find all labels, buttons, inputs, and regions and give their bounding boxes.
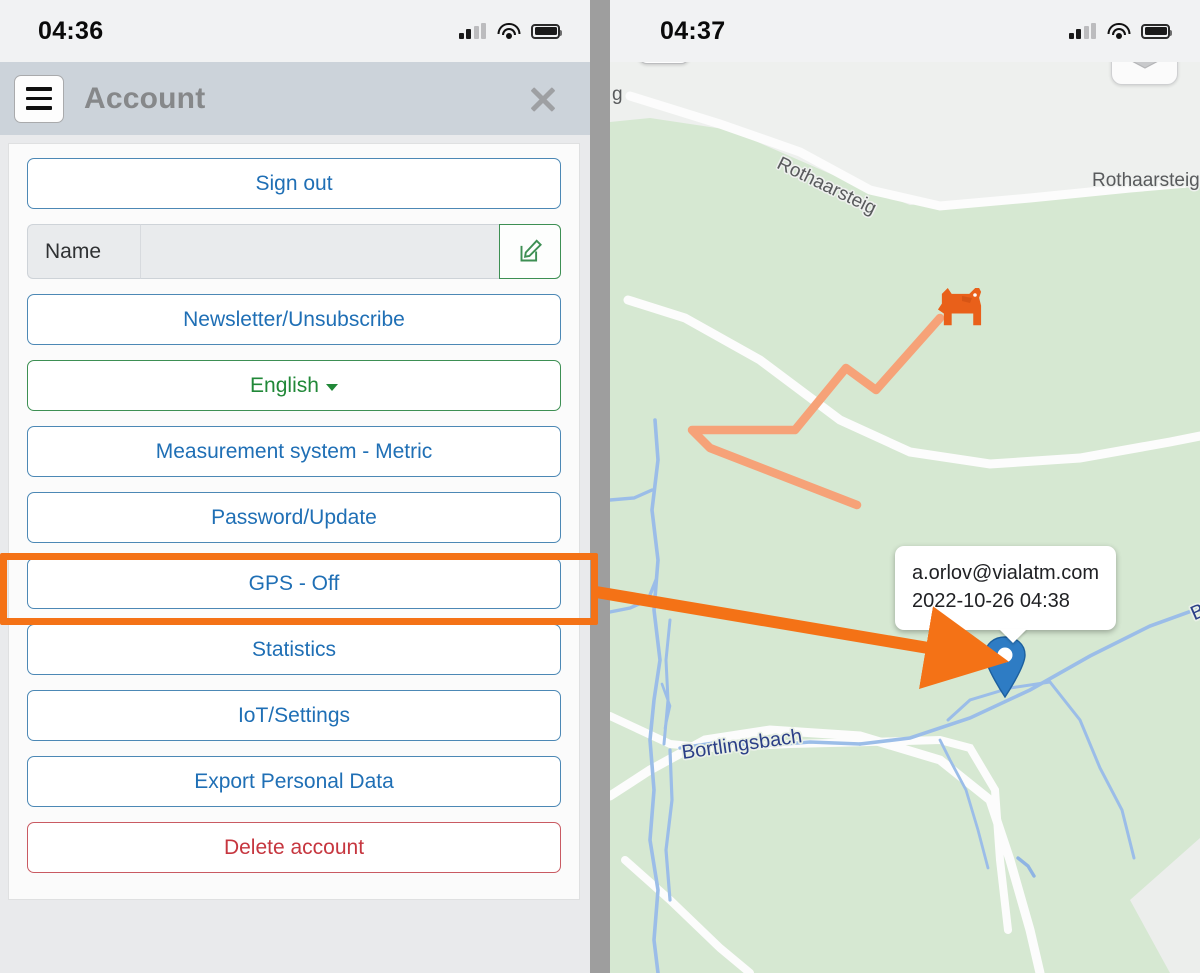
delete-account-button[interactable]: Delete account (27, 822, 561, 873)
pencil-edit-icon[interactable] (499, 224, 561, 279)
status-icon-group (458, 22, 562, 40)
battery-full-icon (1141, 23, 1172, 39)
left-status-bar: 04:36 (0, 0, 590, 62)
gps-toggle-button[interactable]: GPS - Off (27, 558, 561, 609)
map-status-icon-group (1068, 22, 1172, 40)
battery-full-icon (531, 23, 562, 39)
right-phone-panel: g Rothaarsteig Rothaarsteig Bortlingsbac… (610, 0, 1200, 973)
close-x-icon[interactable] (526, 82, 560, 116)
export-personal-data-button[interactable]: Export Personal Data (27, 756, 561, 807)
popup-email: a.orlov@vialatm.com (912, 562, 1100, 584)
name-input[interactable] (140, 224, 499, 279)
account-app-bar: Account (0, 62, 590, 135)
measurement-system-button[interactable]: Measurement system - Metric (27, 426, 561, 477)
page-title: Account (84, 81, 206, 115)
status-time: 04:36 (38, 16, 104, 45)
password-update-button[interactable]: Password/Update (27, 492, 561, 543)
account-settings-list: Sign out Name Newsletter/Unsubscribe Eng… (8, 143, 580, 900)
chevron-down-icon (325, 384, 338, 391)
map-status-time: 04:37 (660, 16, 726, 45)
signal-bars-icon (1068, 23, 1096, 39)
wifi-icon (1107, 22, 1130, 40)
wifi-icon (497, 22, 520, 40)
right-status-bar: 04:37 (610, 0, 1200, 62)
map-pin-icon[interactable] (983, 636, 1027, 703)
name-field-row: Name (27, 224, 561, 279)
panel-divider (590, 0, 610, 973)
name-field-label: Name (27, 224, 140, 279)
screenshot-root: 04:36 Account Sign out Name Newsletter/U… (0, 0, 1200, 973)
statistics-button[interactable]: Statistics (27, 624, 561, 675)
signal-bars-icon (458, 23, 486, 39)
iot-settings-button[interactable]: IoT/Settings (27, 690, 561, 741)
sign-out-button[interactable]: Sign out (27, 158, 561, 209)
hamburger-menu-icon[interactable] (14, 74, 64, 123)
map-canvas[interactable] (610, 0, 1200, 973)
popup-timestamp: 2022-10-26 04:38 (912, 590, 1070, 613)
language-selector-button[interactable]: English (27, 360, 561, 411)
newsletter-unsubscribe-button[interactable]: Newsletter/Unsubscribe (27, 294, 561, 345)
marker-popup[interactable]: a.orlov@vialatm.com 2022-10-26 04:38 (895, 546, 1117, 630)
language-label: English (250, 373, 319, 397)
left-phone-panel: 04:36 Account Sign out Name Newsletter/U… (0, 0, 590, 973)
